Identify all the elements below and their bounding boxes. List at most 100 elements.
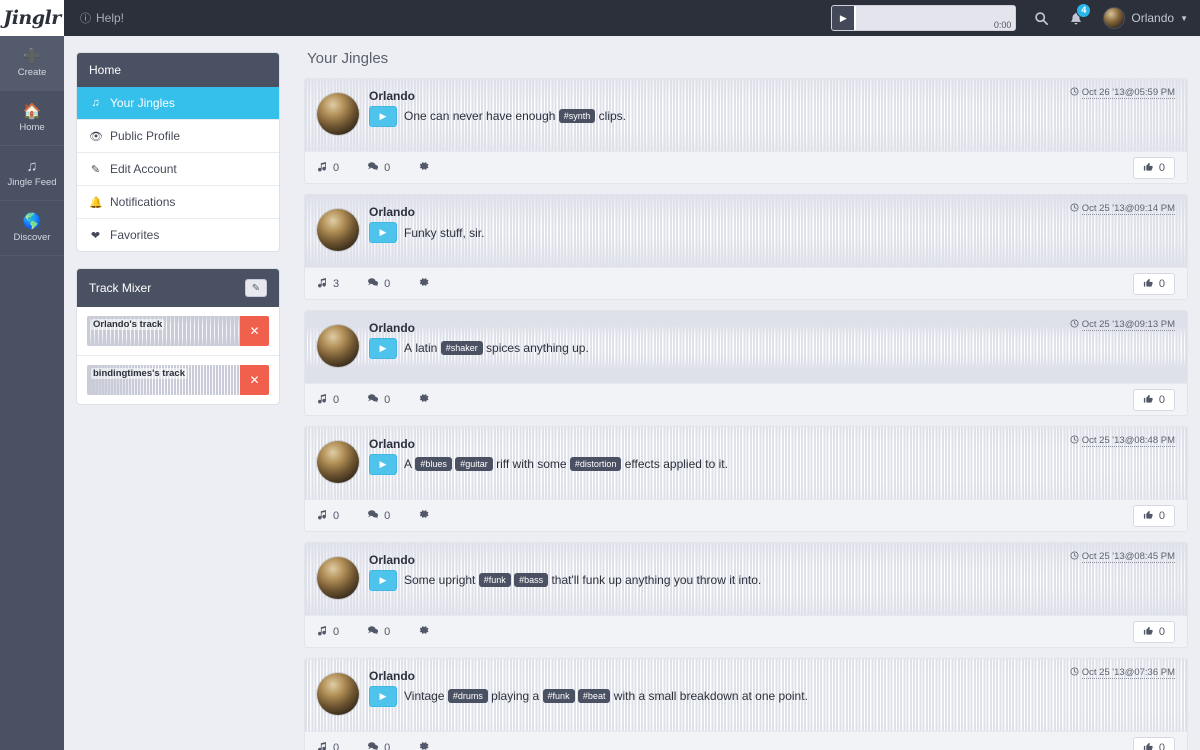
jingle-author[interactable]: Orlando [369,321,1175,335]
jingle-timestamp: Oct 26 '13@05:59 PM [1070,87,1175,99]
mixer-track-row[interactable]: bindingtimes's track ✕ [77,356,279,404]
comments-stat[interactable]: 0 [367,625,390,639]
jingle-text-fragment: that'll funk up anything you throw it in… [548,573,762,588]
comment-icon [367,741,379,750]
hashtag-badge[interactable]: #blues [415,456,452,471]
mixer-track-waveform[interactable]: bindingtimes's track [87,365,240,395]
jingle-card[interactable]: Oct 25 '13@07:36 PM Orlando ▶ Vintage #drum… [304,658,1188,750]
sidebar-item-your-jingles[interactable]: ♫ Your Jingles [77,87,279,120]
plays-stat[interactable]: 3 [317,277,339,291]
jingle-card[interactable]: Oct 26 '13@05:59 PM Orlando ▶ One can never… [304,78,1188,184]
sidebar-item-notifications[interactable]: 🔔 Notifications [77,186,279,219]
play-icon[interactable]: ▶ [369,106,397,127]
notifications-bell-icon[interactable]: 4 [1069,2,1092,26]
jingle-text-fragment: Vintage [404,689,448,704]
gear-icon [418,392,430,407]
help-link[interactable]: ⓘ Help! [80,10,124,26]
play-icon[interactable]: ▶ [369,338,397,359]
music-note-icon [317,741,328,750]
play-icon[interactable]: ▶ [369,570,397,591]
thumbs-up-icon [1143,393,1154,407]
like-button[interactable]: 0 [1132,272,1175,295]
comments-stat[interactable]: 0 [367,393,390,407]
brand-logo[interactable]: Jinglr [0,0,64,36]
jingle-card[interactable]: Oct 25 '13@08:48 PM Orlando ▶ A #blues #gui… [304,426,1188,532]
settings-button[interactable] [418,624,430,639]
hashtag-badge[interactable]: #synth [558,108,596,123]
comments-stat[interactable]: 0 [367,161,390,175]
search-icon[interactable] [1034,11,1049,26]
hashtag-badge[interactable]: #funk [478,572,511,587]
hashtag-badge[interactable]: #drums [447,688,488,703]
jingle-author[interactable]: Orlando [369,89,1175,103]
play-icon[interactable]: ▶ [369,686,397,707]
hashtag-badge[interactable]: #funk [542,688,575,703]
rail-item-jingle-feed[interactable]: ♫ Jingle Feed [0,146,64,201]
jingle-text-fragment: clips. [595,109,626,124]
comments-count: 0 [384,161,391,174]
jingle-card[interactable]: Oct 25 '13@09:13 PM Orlando ▶ A latin #shak… [304,310,1188,416]
avatar[interactable] [317,93,359,135]
like-button[interactable]: 0 [1132,620,1175,643]
like-button[interactable]: 0 [1132,156,1175,179]
hashtag-badge[interactable]: #bass [514,572,549,587]
jingle-author[interactable]: Orlando [369,205,1175,219]
plays-stat[interactable]: 0 [317,393,339,407]
mixer-track-name: Orlando's track [91,319,165,330]
track-mixer-edit-button[interactable]: ✎ [245,279,267,297]
jingle-author[interactable]: Orlando [369,553,1175,567]
plays-stat[interactable]: 0 [317,625,339,639]
rail-item-create[interactable]: ➕ Create [0,36,64,91]
globe-icon: 🌎 [22,212,42,230]
plays-stat[interactable]: 0 [317,161,339,175]
user-menu[interactable]: Orlando ▼ [1103,7,1188,29]
mixer-track-delete-button[interactable]: ✕ [240,365,269,395]
comments-stat[interactable]: 0 [367,741,390,750]
comment-icon [367,277,379,291]
sidebar-label-your-jingles: Your Jingles [110,96,175,110]
avatar[interactable] [317,209,359,251]
bell-icon: 🔔 [89,196,103,209]
avatar[interactable] [317,325,359,367]
avatar[interactable] [317,557,359,599]
settings-button[interactable] [418,392,430,407]
plays-stat[interactable]: 0 [317,509,339,523]
mixer-track-row[interactable]: Orlando's track ✕ [77,307,279,356]
settings-button[interactable] [418,276,430,291]
comments-stat[interactable]: 0 [367,509,390,523]
comments-stat[interactable]: 0 [367,277,390,291]
play-icon[interactable]: ▶ [369,222,397,243]
play-icon[interactable]: ▶ [832,6,855,30]
rail-item-home[interactable]: 🏠 Home [0,91,64,146]
like-button[interactable]: 0 [1132,504,1175,527]
hashtag-badge[interactable]: #distortion [569,456,622,471]
sidebar-item-edit-account[interactable]: ✎ Edit Account [77,153,279,186]
play-icon[interactable]: ▶ [369,454,397,475]
jingle-author[interactable]: Orlando [369,437,1175,451]
mixer-track-waveform[interactable]: Orlando's track [87,316,240,346]
player-progress-track[interactable]: 0:00 [854,6,1016,30]
pencil-icon: ✎ [251,282,261,294]
sidebar-item-favorites[interactable]: ❤ Favorites [77,219,279,251]
settings-button[interactable] [418,508,430,523]
avatar[interactable] [317,673,359,715]
sidebar-item-public-profile[interactable]: 👁 Public Profile [77,120,279,153]
plays-stat[interactable]: 0 [317,741,339,750]
hashtag-badge[interactable]: #guitar [455,456,493,471]
like-button[interactable]: 0 [1132,388,1175,411]
gear-icon [418,508,430,523]
mixer-track-name: bindingtimes's track [91,368,188,379]
rail-item-discover[interactable]: 🌎 Discover [0,201,64,256]
mixer-track-delete-button[interactable]: ✕ [240,316,269,346]
avatar[interactable] [317,441,359,483]
jingle-card[interactable]: Oct 25 '13@09:14 PM Orlando ▶ Funky stuff, … [304,194,1188,300]
settings-button[interactable] [418,740,430,750]
settings-button[interactable] [418,160,430,175]
mini-player[interactable]: ▶ 0:00 [831,5,1017,31]
jingle-card[interactable]: Oct 25 '13@08:45 PM Orlando ▶ Some upright … [304,542,1188,648]
like-button[interactable]: 0 [1132,736,1175,750]
chevron-down-icon: ▼ [1180,13,1188,23]
hashtag-badge[interactable]: #shaker [440,340,483,355]
hashtag-badge[interactable]: #beat [577,688,611,703]
jingle-author[interactable]: Orlando [369,669,1175,683]
